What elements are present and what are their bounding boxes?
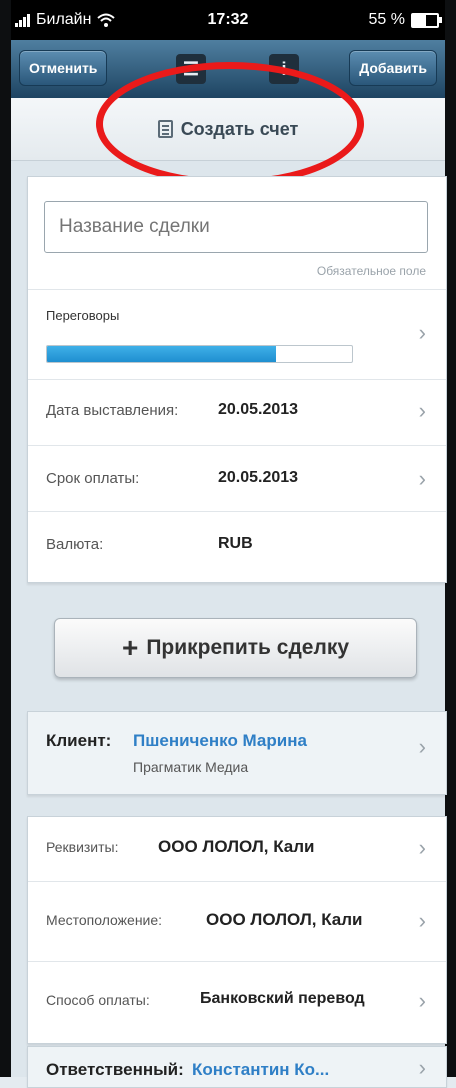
client-label: Клиент: (46, 731, 112, 750)
responsible-name-link[interactable]: Константин Ко... (192, 1060, 329, 1080)
location-label: Местоположение: (46, 912, 163, 928)
location-row[interactable]: Местоположение: ООО ЛОЛОЛ, Кали › (28, 881, 446, 962)
status-right: 55 % (368, 11, 442, 29)
chevron-right-icon: › (418, 734, 426, 759)
carrier-name: Билайн (36, 11, 92, 28)
requisites-value: ООО ЛОЛОЛ, Кали (158, 837, 315, 856)
info-icon[interactable]: i (269, 54, 299, 84)
details-card: Реквизиты: ООО ЛОЛОЛ, Кали › Местоположе… (27, 816, 447, 1044)
plus-icon: + (121, 632, 139, 663)
device-bezel-left (0, 0, 11, 1077)
chevron-right-icon: › (418, 908, 426, 933)
battery-percent: 55 % (368, 11, 405, 28)
required-field-note: Обязательное поле (316, 264, 426, 278)
chevron-right-icon: › (418, 1055, 426, 1080)
cancel-button[interactable]: Отменить (19, 50, 108, 86)
deal-form-card: Обязательное поле Переговоры › Дата выст… (27, 176, 447, 583)
attach-deal-label: Прикрепить сделку (146, 636, 350, 659)
due-date-value: 20.05.2013 (218, 469, 299, 486)
currency-row: Валюта: RUB (28, 511, 446, 582)
stage-row[interactable]: Переговоры › (28, 289, 446, 380)
chevron-right-icon: › (418, 466, 426, 491)
nav-bar: Отменить ☰ i Добавить (11, 40, 445, 99)
responsible-row[interactable]: Ответственный: Константин Ко... › (27, 1046, 447, 1088)
status-bar: Билайн 17:32 55 % (11, 0, 445, 40)
payment-method-row[interactable]: Способ оплаты: Банковский перевод › (28, 961, 446, 1044)
chevron-right-icon: › (418, 988, 426, 1013)
chevron-right-icon: › (418, 398, 426, 423)
attach-deal-button[interactable]: + Прикрепить сделку (54, 618, 417, 678)
client-row[interactable]: Клиент: Пшениченко Марина Прагматик Меди… (27, 711, 447, 795)
currency-label: Валюта: (46, 536, 104, 553)
wifi-icon (97, 13, 116, 27)
deal-name-input[interactable] (44, 201, 428, 253)
due-date-label: Срок оплаты: (46, 470, 140, 487)
status-left: Билайн (11, 11, 116, 29)
issue-date-row[interactable]: Дата выставления: 20.05.2013 › (28, 379, 446, 446)
add-button[interactable]: Добавить (349, 50, 437, 86)
stage-progress-fill (47, 346, 276, 362)
client-name-link[interactable]: Пшениченко Марина (133, 731, 307, 751)
location-value: ООО ЛОЛОЛ, Кали (206, 910, 363, 929)
requisites-label: Реквизиты: (46, 839, 119, 855)
signal-icon (15, 13, 30, 27)
create-invoice-label: Создать счет (180, 118, 299, 139)
chevron-right-icon: › (418, 835, 426, 860)
stage-progress-bar (46, 345, 353, 363)
requisites-row[interactable]: Реквизиты: ООО ЛОЛОЛ, Кали › (28, 817, 446, 881)
payment-method-value: Банковский перевод (200, 990, 365, 1007)
create-invoice-button[interactable]: Создать счет (11, 98, 445, 161)
app-frame: Билайн 17:32 55 % Отменить ☰ i Добавить … (0, 0, 456, 1088)
document-icon (157, 120, 173, 138)
client-company: Прагматик Медиа (133, 759, 249, 775)
battery-icon (411, 12, 442, 28)
chevron-right-icon: › (418, 320, 426, 345)
due-date-row[interactable]: Срок оплаты: 20.05.2013 › (28, 445, 446, 512)
stage-label: Переговоры (46, 308, 120, 323)
payment-method-label: Способ оплаты: (46, 992, 150, 1008)
currency-value: RUB (218, 535, 253, 552)
responsible-label: Ответственный: (46, 1060, 184, 1079)
issue-date-label: Дата выставления: (46, 402, 179, 419)
list-icon[interactable]: ☰ (176, 54, 206, 84)
issue-date-value: 20.05.2013 (218, 401, 299, 418)
